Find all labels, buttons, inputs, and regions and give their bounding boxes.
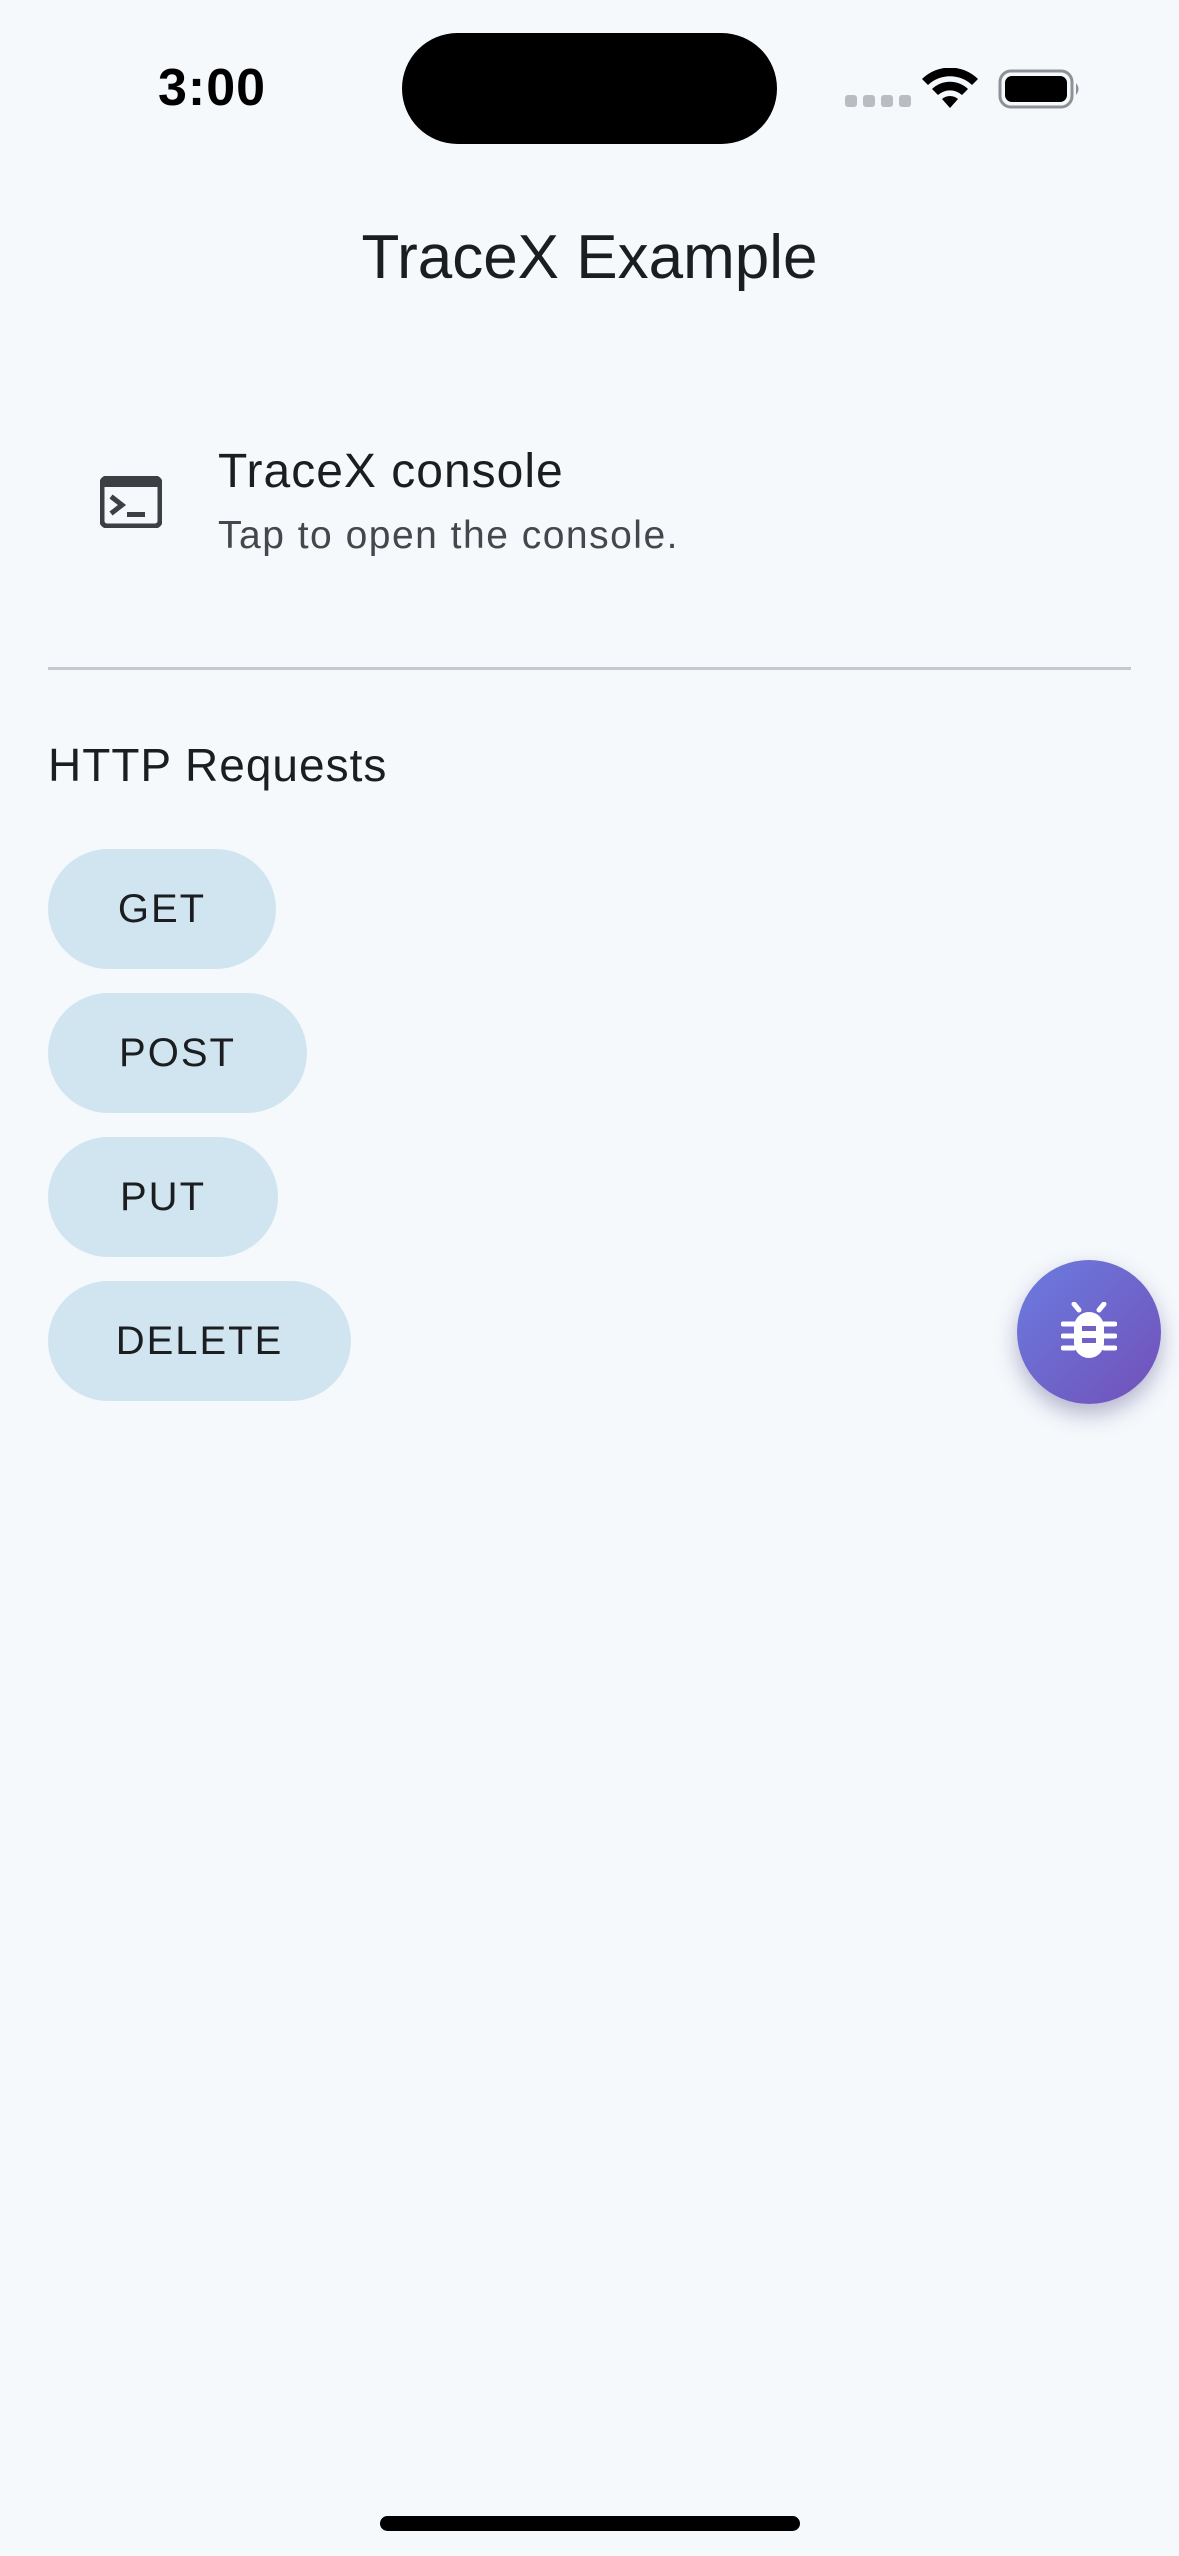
divider — [48, 667, 1131, 670]
console-tile-title: TraceX console — [218, 445, 564, 498]
status-time: 3:00 — [158, 59, 267, 117]
put-button[interactable]: PUT — [48, 1137, 278, 1257]
battery-icon — [998, 69, 1079, 109]
dynamic-island — [402, 33, 777, 144]
page-title: TraceX Example — [361, 223, 818, 292]
console-list-tile[interactable]: TraceX console Tap to open the console. — [48, 400, 1130, 600]
debug-fab-button[interactable] — [1017, 1260, 1161, 1404]
section-title: HTTP Requests — [48, 739, 388, 791]
delete-button[interactable]: DELETE — [48, 1281, 351, 1401]
home-indicator[interactable] — [380, 2516, 800, 2531]
terminal-icon — [100, 476, 162, 528]
post-button[interactable]: POST — [48, 993, 307, 1113]
bug-icon — [1061, 1302, 1117, 1358]
wifi-icon — [922, 68, 978, 108]
cellular-signal-icon — [845, 95, 911, 107]
console-tile-subtitle: Tap to open the console. — [218, 514, 679, 557]
get-button[interactable]: GET — [48, 849, 276, 969]
